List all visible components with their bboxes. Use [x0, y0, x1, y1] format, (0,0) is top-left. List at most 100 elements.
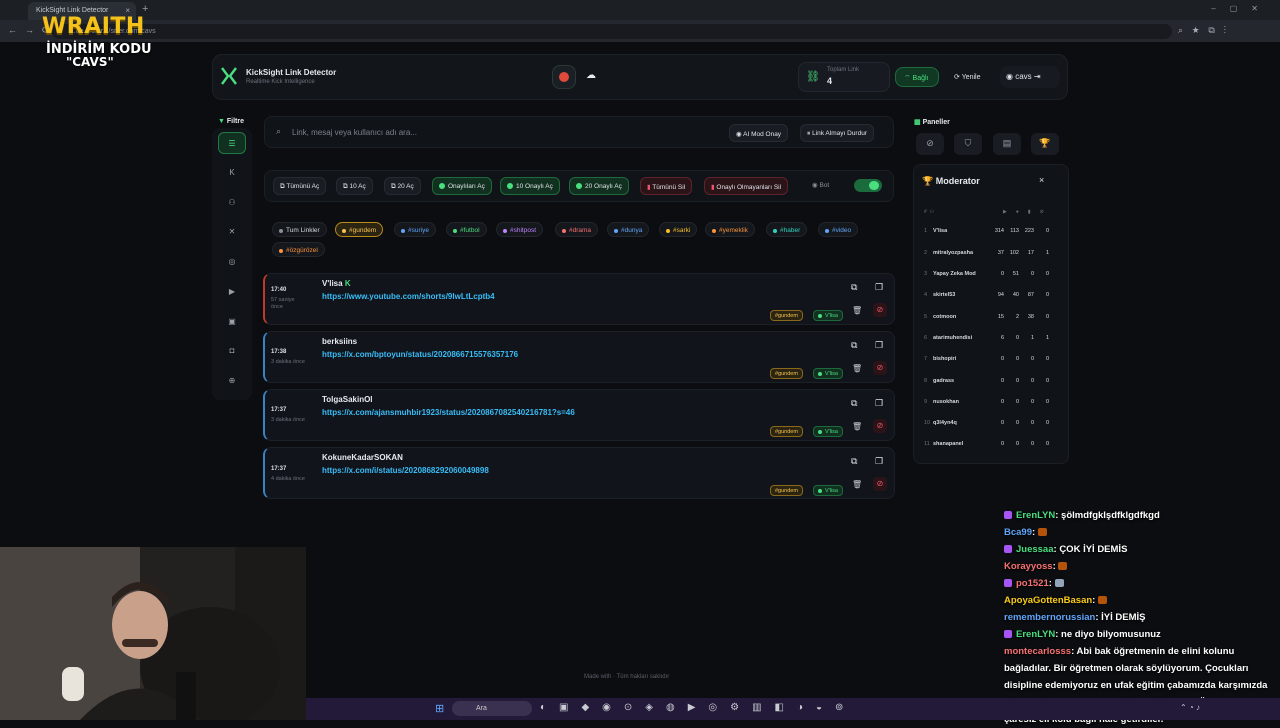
- filter-users-icon[interactable]: ⚇: [218, 192, 246, 214]
- system-tray[interactable]: ⌃ ◔ ♪: [1180, 703, 1200, 712]
- delete-icon[interactable]: 🗑: [852, 364, 862, 373]
- link-url[interactable]: https://www.youtube.com/shorts/9lwLtLcpt…: [322, 292, 495, 301]
- ban-icon[interactable]: ⊘: [873, 303, 887, 317]
- stop-links-button[interactable]: ⏸ Link Almayı Durdur: [800, 124, 874, 142]
- filter-x-icon[interactable]: ✕: [218, 221, 246, 243]
- approver-name: V'lisa: [825, 488, 838, 494]
- delete-all-button[interactable]: ▮ Tümünü Sil: [640, 177, 693, 195]
- close-icon[interactable]: ×: [1039, 175, 1044, 185]
- tag-all[interactable]: Tum Linkler: [272, 222, 327, 237]
- copy-icon[interactable]: ❐: [875, 398, 883, 409]
- chat-message: ErenLYN: şölmdfgklşdfklgdfkgd: [1004, 507, 1280, 524]
- delete-icon[interactable]: 🗑: [852, 306, 862, 315]
- tag-sarki[interactable]: #sarki: [659, 222, 698, 237]
- tag-shitpost[interactable]: #shitpost: [496, 222, 544, 237]
- taskbar-search[interactable]: Ara: [452, 701, 532, 716]
- tag-haber-label: #haber: [780, 227, 801, 234]
- logout-icon[interactable]: ⇥: [1034, 72, 1041, 81]
- open-20-button[interactable]: ⧉ 20 Aç: [384, 177, 421, 195]
- filter-kick-icon[interactable]: K: [218, 162, 246, 184]
- avatar-button[interactable]: [552, 65, 576, 89]
- link-username: V'lisa K: [322, 279, 351, 288]
- tag-gundem-label: #gundem: [349, 227, 377, 234]
- open-link-icon[interactable]: ⧉: [851, 456, 857, 467]
- tag-ozgurozel[interactable]: #özgürözel: [272, 242, 325, 257]
- filter-globe-icon[interactable]: ⊕: [218, 370, 246, 392]
- link-username: berksiins: [322, 337, 358, 346]
- link-username: TolgaSakinOl: [322, 395, 373, 404]
- webcam-feed: [0, 547, 306, 720]
- tag-dunya[interactable]: #dunya: [607, 222, 650, 237]
- ban-icon[interactable]: ⊘: [873, 477, 887, 491]
- open-10-approved-button[interactable]: 10 Onaylı Aç: [500, 177, 560, 195]
- refresh-button[interactable]: ⟳ Yenile: [946, 67, 996, 87]
- connection-status-button[interactable]: ⌔ Bağlı: [895, 67, 939, 87]
- moderator-row: 10 q3l4yn4q 0 0 0 0: [924, 420, 1049, 426]
- open-20-approved-label: 20 Onaylı Aç: [585, 183, 622, 190]
- open-20-approved-button[interactable]: 20 Onaylı Aç: [569, 177, 629, 195]
- filter-icon: ▼: [218, 118, 225, 125]
- open-10-button[interactable]: ⧉ 10 Aç: [336, 177, 373, 195]
- kick-badge-icon: K: [344, 279, 351, 288]
- tag-suriye[interactable]: #suriye: [394, 222, 436, 237]
- open-link-icon[interactable]: ⧉: [851, 340, 857, 351]
- search-input[interactable]: Link, mesaj veya kullanıcı adı ara...: [292, 128, 417, 137]
- open-link-icon[interactable]: ⧉: [851, 398, 857, 409]
- moderator-row: 11 shanapanel 0 0 0 0: [924, 441, 1049, 447]
- tag-futbol[interactable]: #futbol: [446, 222, 487, 237]
- chat-message: Bca99:: [1004, 524, 1280, 541]
- chat-username: ApoyaGottenBasan: [1004, 595, 1093, 606]
- tag-yemeklik[interactable]: #yemeklik: [705, 222, 755, 237]
- moderator-row: 8 gadrass 0 0 0 0: [924, 378, 1049, 384]
- address-bar-icons[interactable]: ⌕★⧉⋮: [1178, 25, 1235, 36]
- ai-mod-button[interactable]: ◉ AI Mod Onay: [729, 124, 789, 142]
- filter-youtube-icon[interactable]: ▶: [218, 281, 246, 303]
- ban-icon[interactable]: ⊘: [873, 361, 887, 375]
- moderator-row: 5 cotmoon 15 2 38 0: [924, 314, 1049, 320]
- trash-panel-icon[interactable]: ▤: [993, 133, 1021, 155]
- copy-icon[interactable]: ❐: [875, 340, 883, 351]
- shield-icon[interactable]: ⛉: [954, 133, 982, 155]
- link-url[interactable]: https://x.com/ajansmuhbir1923/status/202…: [322, 408, 575, 417]
- link-url[interactable]: https://x.com/i/status/20208682920600498…: [322, 466, 489, 475]
- trophy-icon[interactable]: 🏆: [1031, 133, 1059, 155]
- filter-video-icon[interactable]: ▣: [218, 311, 246, 333]
- link-url[interactable]: https://x.com/bptoyun/status/20208667155…: [322, 350, 518, 359]
- sponsor-logo: WRAITH: [42, 14, 145, 39]
- delete-unapproved-label: Onaylı Olmayanları Sil: [716, 184, 782, 191]
- delete-unapproved-button[interactable]: ▮ Onaylı Olmayanları Sil: [704, 177, 789, 195]
- url-input[interactable]: ...de.../ctor.../srfer.com/cavs: [52, 24, 1172, 39]
- link-time: 17:40: [271, 287, 287, 293]
- tag-video-label: #video: [832, 227, 852, 234]
- user-menu[interactable]: ◉ cavs ⇥: [1000, 66, 1060, 88]
- chat-message: remembernorussian: İYİ DEMİŞ: [1004, 609, 1280, 626]
- delete-icon[interactable]: 🗑: [852, 422, 862, 431]
- tag-gundem[interactable]: #gundem: [335, 222, 384, 237]
- window-controls[interactable]: –▢✕: [1211, 4, 1272, 13]
- ban-icon[interactable]: ⊘: [873, 419, 887, 433]
- copy-icon[interactable]: ❐: [875, 282, 883, 293]
- copy-icon[interactable]: ❐: [875, 456, 883, 467]
- tag-drama[interactable]: #drama: [555, 222, 599, 237]
- open-link-icon[interactable]: ⧉: [851, 282, 857, 293]
- emote-icon: [1097, 596, 1107, 604]
- tag-video[interactable]: #video: [818, 222, 859, 237]
- open-all-button[interactable]: ⧉ Tümünü Aç: [273, 177, 327, 195]
- tag-dunya-label: #dunya: [621, 227, 643, 234]
- chat-message: ApoyaGottenBasan:: [1004, 592, 1280, 609]
- app-title: KickSight Link Detector: [246, 68, 337, 77]
- filter-camera-icon[interactable]: ◘: [218, 340, 246, 362]
- discord-icon[interactable]: ☁: [586, 70, 596, 81]
- filter-instagram-icon[interactable]: ◎: [218, 251, 246, 273]
- taskbar-apps[interactable]: ◐▣◆◉⊙◈◍▶◎⚙▥◧◑◒⊚: [540, 702, 856, 713]
- tag-all-label: Tum Linkler: [286, 227, 320, 234]
- ban-panel-icon[interactable]: ⊘: [916, 133, 944, 155]
- delete-icon[interactable]: 🗑: [852, 480, 862, 489]
- tag-haber[interactable]: #haber: [766, 222, 808, 237]
- chat-text: :: [1092, 595, 1096, 606]
- open-approved-button[interactable]: Onaylıları Aç: [432, 177, 492, 195]
- windows-start-icon[interactable]: ⊞: [435, 702, 444, 715]
- chat-text: : ÇOK İYİ DEMİS: [1053, 544, 1128, 555]
- filter-all-icon[interactable]: ☰: [218, 132, 246, 154]
- chat-text: : İYİ DEMİŞ: [1095, 612, 1146, 623]
